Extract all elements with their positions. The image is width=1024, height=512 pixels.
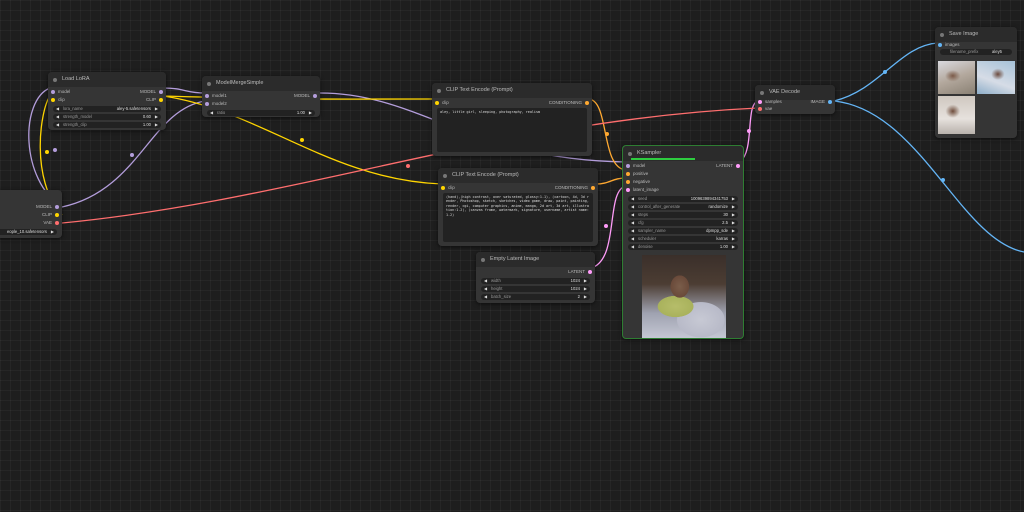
control-after-generate-widget[interactable]: ◀ control_after_generate randomize ▶ [628, 204, 738, 210]
input-model1[interactable]: model1 [212, 92, 227, 100]
height-widget[interactable]: ◀ height 1024 ▶ [481, 286, 590, 292]
wire-lora-model-to-merge [162, 87, 206, 94]
output-latent[interactable]: LATENT [568, 268, 585, 276]
input-clip[interactable]: clip [58, 96, 65, 104]
output-model[interactable]: MODEL [36, 203, 52, 211]
output-model[interactable]: MODEL [294, 92, 310, 100]
clip-text-encode-positive-node[interactable]: CLIP Text Encode (Prompt) clip CONDITION… [432, 83, 592, 156]
input-model[interactable]: model [58, 88, 70, 96]
node-title[interactable]: Save Image [935, 27, 1017, 42]
node-title[interactable]: Load LoRA [48, 72, 166, 87]
clip-text-encode-negative-node[interactable]: CLIP Text Encode (Prompt) clip CONDITION… [438, 168, 598, 246]
node-title[interactable]: CLIP Text Encode (Prompt) [438, 168, 598, 183]
cfg-widget[interactable]: ◀ cfg 2.5 ▶ [628, 220, 738, 226]
wire-image-to-save [833, 42, 939, 102]
input-latent-image[interactable]: latent_image [633, 186, 659, 194]
output-vae[interactable]: VAE [43, 219, 52, 227]
steps-widget[interactable]: ◀ steps 30 ▶ [628, 212, 738, 218]
checkpoint-loader-node[interactable]: MODEL CLIP VAE eople_10.safetensors ▶ [0, 190, 62, 238]
sampler-name-widget[interactable]: ◀ sampler_name dpmpp_sde ▶ [628, 228, 738, 234]
scheduler-widget[interactable]: ◀ scheduler karras ▶ [628, 236, 738, 242]
ckpt-name-widget[interactable]: eople_10.safetensors ▶ [0, 229, 57, 235]
input-clip[interactable]: clip [448, 184, 455, 192]
preview-image [642, 255, 726, 338]
denoise-widget[interactable]: ◀ denoise 1.00 ▶ [628, 244, 738, 250]
input-negative[interactable]: negative [633, 178, 650, 186]
node-title[interactable]: CLIP Text Encode (Prompt) [432, 83, 592, 98]
input-clip[interactable]: clip [442, 99, 449, 107]
save-image-node[interactable]: Save Image images filename_prefix aley5 [935, 27, 1017, 138]
prompt-textarea[interactable]: aley, little girl, sleeping, photography… [437, 108, 587, 152]
vae-decode-node[interactable]: VAE Decode samples IMAGE vae [755, 85, 835, 114]
load-lora-node[interactable]: Load LoRA model MODEL clip CLIP ◀ lora_na… [48, 72, 166, 130]
empty-latent-image-node[interactable]: Empty Latent Image LATENT ◀ width 1024 ▶ ◀ h… [476, 252, 595, 303]
output-thumbnail[interactable] [977, 61, 1015, 94]
output-latent[interactable]: LATENT [716, 162, 733, 170]
input-vae[interactable]: vae [765, 105, 772, 113]
output-clip[interactable]: CLIP [146, 96, 156, 104]
output-conditioning[interactable]: CONDITIONING [555, 184, 588, 192]
prompt-textarea[interactable]: (hand),(high contrast, over saturated, g… [443, 193, 593, 242]
ksampler-node[interactable]: KSampler model LATENT positive negative … [622, 145, 744, 339]
input-positive[interactable]: positive [633, 170, 648, 178]
strength-model-widget[interactable]: ◀ strength_model 0.60 ▶ [53, 114, 161, 120]
lora-name-widget[interactable]: ◀ lora_name aley-5.safetensors ▶ [53, 106, 161, 112]
input-model[interactable]: model [633, 162, 645, 170]
strength-clip-widget[interactable]: ◀ strength_clip 1.00 ▶ [53, 122, 161, 128]
output-thumbnail[interactable] [938, 96, 975, 134]
node-title[interactable]: ModelMergeSimple [202, 76, 320, 91]
model-merge-node[interactable]: ModelMergeSimple model1 MODEL model2 ◀ ra… [202, 76, 320, 117]
output-thumbnail[interactable] [938, 61, 975, 94]
node-title[interactable]: Empty Latent Image [476, 252, 595, 267]
input-images[interactable]: images [945, 41, 960, 49]
filename-prefix-widget[interactable]: filename_prefix aley5 [940, 49, 1012, 55]
output-model[interactable]: MODEL [140, 88, 156, 96]
input-model2[interactable]: model2 [212, 100, 227, 108]
progress-bar [631, 158, 695, 160]
batch-size-widget[interactable]: ◀ batch_size 2 ▶ [481, 294, 590, 300]
output-clip[interactable]: CLIP [42, 211, 52, 219]
width-widget[interactable]: ◀ width 1024 ▶ [481, 278, 590, 284]
ratio-widget[interactable]: ◀ ratio 1.00 ▶ [207, 110, 315, 116]
seed-widget[interactable]: ◀ seed 1009639894341753 ▶ [628, 196, 738, 202]
wire-pos-cond-to-ksampler [587, 98, 627, 171]
output-conditioning[interactable]: CONDITIONING [549, 99, 582, 107]
